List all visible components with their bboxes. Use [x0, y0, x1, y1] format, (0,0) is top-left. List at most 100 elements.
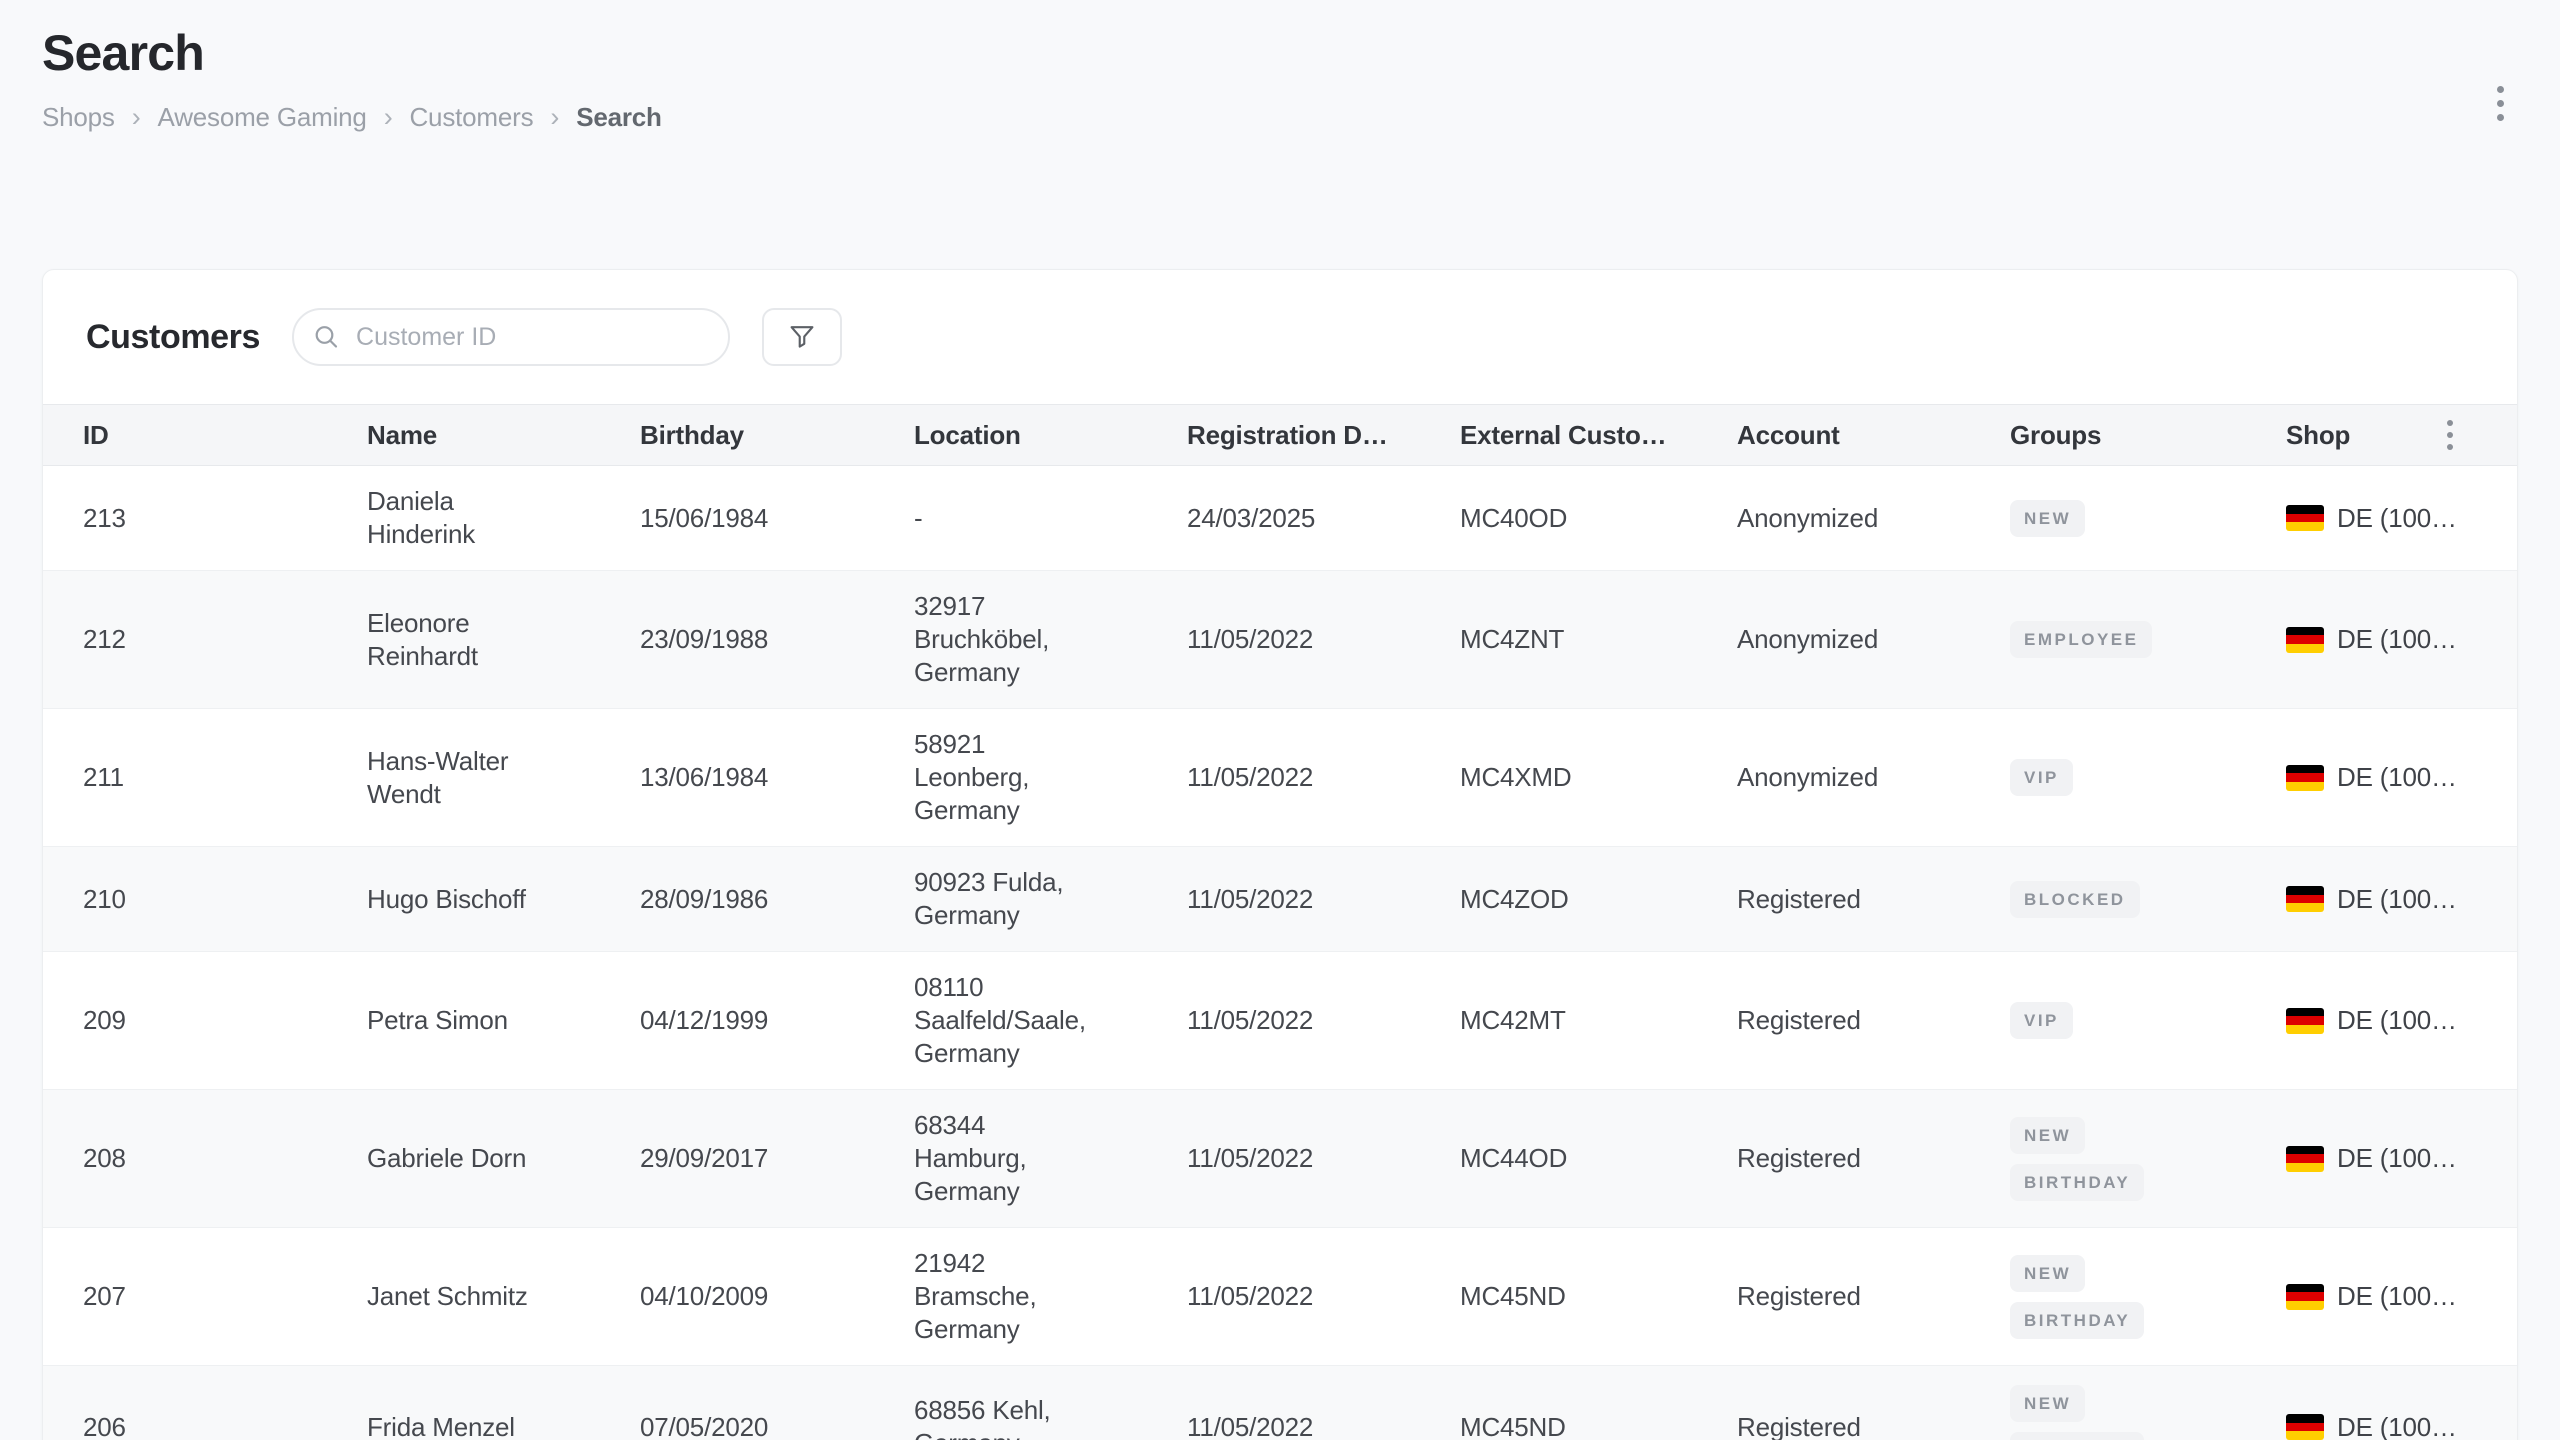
column-header-registration-d[interactable]: Registration D…	[1187, 420, 1460, 451]
cell-name: Hans-Walter Wendt	[367, 745, 640, 811]
cell-id: 209	[83, 1004, 367, 1037]
shop-label: DE (100…	[2337, 1411, 2457, 1440]
breadcrumb-separator: ›	[132, 104, 141, 131]
group-badge-birthday: BIRTHDAY	[2010, 1432, 2144, 1440]
cell-registration-date: 11/05/2022	[1187, 1411, 1460, 1440]
breadcrumb-item-shops[interactable]: Shops	[42, 102, 115, 133]
column-header-groups[interactable]: Groups	[2010, 420, 2286, 451]
germany-flag-icon	[2286, 765, 2324, 791]
shop-label: DE (100…	[2337, 1280, 2457, 1313]
kebab-dot	[2497, 100, 2504, 107]
kebab-dot	[2447, 432, 2453, 438]
cell-groups: NEW	[2010, 500, 2286, 537]
cell-location: 32917 Bruchköbel, Germany	[914, 590, 1187, 689]
cell-id: 210	[83, 883, 367, 916]
cell-id: 211	[83, 761, 367, 794]
cell-shop: DE (100…	[2286, 1280, 2477, 1313]
cell-shop: DE (100…	[2286, 1142, 2477, 1175]
cell-name: Hugo Bischoff	[367, 883, 640, 916]
filter-button[interactable]	[762, 308, 842, 366]
table-body: 213 Daniela Hinderink 15/06/1984 - 24/03…	[43, 466, 2517, 1440]
shop-label: DE (100…	[2337, 1004, 2457, 1037]
cell-location: 58921 Leonberg, Germany	[914, 728, 1187, 827]
cell-shop: DE (100…	[2286, 623, 2477, 656]
cell-location: 21942 Bramsche, Germany	[914, 1247, 1187, 1346]
germany-flag-icon	[2286, 886, 2324, 912]
cell-external-customer-id: MC4ZNT	[1460, 623, 1737, 656]
shop-label: DE (100…	[2337, 1142, 2457, 1175]
group-badge-new: NEW	[2010, 500, 2085, 537]
page-title: Search	[42, 24, 2518, 82]
customer-id-search-input[interactable]	[292, 308, 730, 366]
cell-shop: DE (100…	[2286, 761, 2477, 794]
breadcrumb: Shops›Awesome Gaming›Customers›Search	[42, 102, 2518, 133]
cell-account: Anonymized	[1737, 623, 2010, 656]
shop-label: DE (100…	[2337, 502, 2457, 535]
table-row[interactable]: 210 Hugo Bischoff 28/09/1986 90923 Fulda…	[43, 847, 2517, 952]
search-icon	[313, 324, 340, 351]
table-header-row: IDNameBirthdayLocationRegistration D…Ext…	[43, 404, 2517, 466]
shop-label: DE (100…	[2337, 883, 2457, 916]
table-row[interactable]: 213 Daniela Hinderink 15/06/1984 - 24/03…	[43, 466, 2517, 571]
column-header-external-custo[interactable]: External Custo…	[1460, 420, 1737, 451]
customers-card: Customers IDNameBirthdayLocationRegistra…	[42, 269, 2518, 1440]
germany-flag-icon	[2286, 1414, 2324, 1440]
cell-registration-date: 11/05/2022	[1187, 1004, 1460, 1037]
table-row[interactable]: 207 Janet Schmitz 04/10/2009 21942 Brams…	[43, 1228, 2517, 1366]
column-header-account[interactable]: Account	[1737, 420, 2010, 451]
cell-registration-date: 11/05/2022	[1187, 883, 1460, 916]
page-header: Search Shops›Awesome Gaming›Customers›Se…	[0, 0, 2560, 133]
cell-birthday: 07/05/2020	[640, 1411, 914, 1440]
table-row[interactable]: 208 Gabriele Dorn 29/09/2017 68344 Hambu…	[43, 1090, 2517, 1228]
cell-birthday: 04/12/1999	[640, 1004, 914, 1037]
card-title: Customers	[86, 318, 260, 357]
kebab-dot	[2497, 86, 2504, 93]
table-row[interactable]: 212 Eleonore Reinhardt 23/09/1988 32917 …	[43, 571, 2517, 709]
cell-id: 208	[83, 1142, 367, 1175]
cell-account: Anonymized	[1737, 502, 2010, 535]
breadcrumb-item-awesome-gaming[interactable]: Awesome Gaming	[158, 102, 367, 133]
column-header-location[interactable]: Location	[914, 420, 1187, 451]
cell-birthday: 23/09/1988	[640, 623, 914, 656]
breadcrumb-item-customers[interactable]: Customers	[409, 102, 533, 133]
cell-external-customer-id: MC42MT	[1460, 1004, 1737, 1037]
cell-account: Registered	[1737, 1411, 2010, 1440]
cell-id: 212	[83, 623, 367, 656]
cell-name: Petra Simon	[367, 1004, 640, 1037]
cell-registration-date: 11/05/2022	[1187, 623, 1460, 656]
kebab-dot	[2447, 444, 2453, 450]
cell-registration-date: 11/05/2022	[1187, 1280, 1460, 1313]
page-context-menu-button[interactable]	[2489, 78, 2512, 129]
cell-id: 207	[83, 1280, 367, 1313]
cell-account: Anonymized	[1737, 761, 2010, 794]
cell-external-customer-id: MC4ZOD	[1460, 883, 1737, 916]
cell-groups: EMPLOYEE	[2010, 621, 2286, 658]
cell-id: 213	[83, 502, 367, 535]
shop-label: DE (100…	[2337, 761, 2457, 794]
germany-flag-icon	[2286, 1008, 2324, 1034]
table-row[interactable]: 206 Frida Menzel 07/05/2020 68856 Kehl, …	[43, 1366, 2517, 1440]
table-row[interactable]: 211 Hans-Walter Wendt 13/06/1984 58921 L…	[43, 709, 2517, 847]
cell-location: 90923 Fulda, Germany	[914, 866, 1187, 932]
cell-groups: NEWBIRTHDAY	[2010, 1255, 2286, 1339]
customers-table: IDNameBirthdayLocationRegistration D…Ext…	[43, 404, 2517, 1440]
cell-groups: BLOCKED	[2010, 881, 2286, 918]
table-row[interactable]: 209 Petra Simon 04/12/1999 08110 Saalfel…	[43, 952, 2517, 1090]
group-badge-blocked: BLOCKED	[2010, 881, 2140, 918]
cell-id: 206	[83, 1411, 367, 1440]
cell-birthday: 29/09/2017	[640, 1142, 914, 1175]
cell-shop: DE (100…	[2286, 1411, 2477, 1440]
cell-external-customer-id: MC45ND	[1460, 1280, 1737, 1313]
group-badge-birthday: BIRTHDAY	[2010, 1302, 2144, 1339]
column-header-id[interactable]: ID	[83, 420, 367, 451]
cell-location: 08110 Saalfeld/Saale, Germany	[914, 971, 1187, 1070]
cell-birthday: 28/09/1986	[640, 883, 914, 916]
table-settings-button[interactable]	[2441, 414, 2459, 456]
group-badge-new: NEW	[2010, 1117, 2085, 1154]
group-badge-birthday: BIRTHDAY	[2010, 1164, 2144, 1201]
shop-label: DE (100…	[2337, 623, 2457, 656]
column-header-birthday[interactable]: Birthday	[640, 420, 914, 451]
column-header-name[interactable]: Name	[367, 420, 640, 451]
group-badge-new: NEW	[2010, 1385, 2085, 1422]
cell-name: Gabriele Dorn	[367, 1142, 640, 1175]
